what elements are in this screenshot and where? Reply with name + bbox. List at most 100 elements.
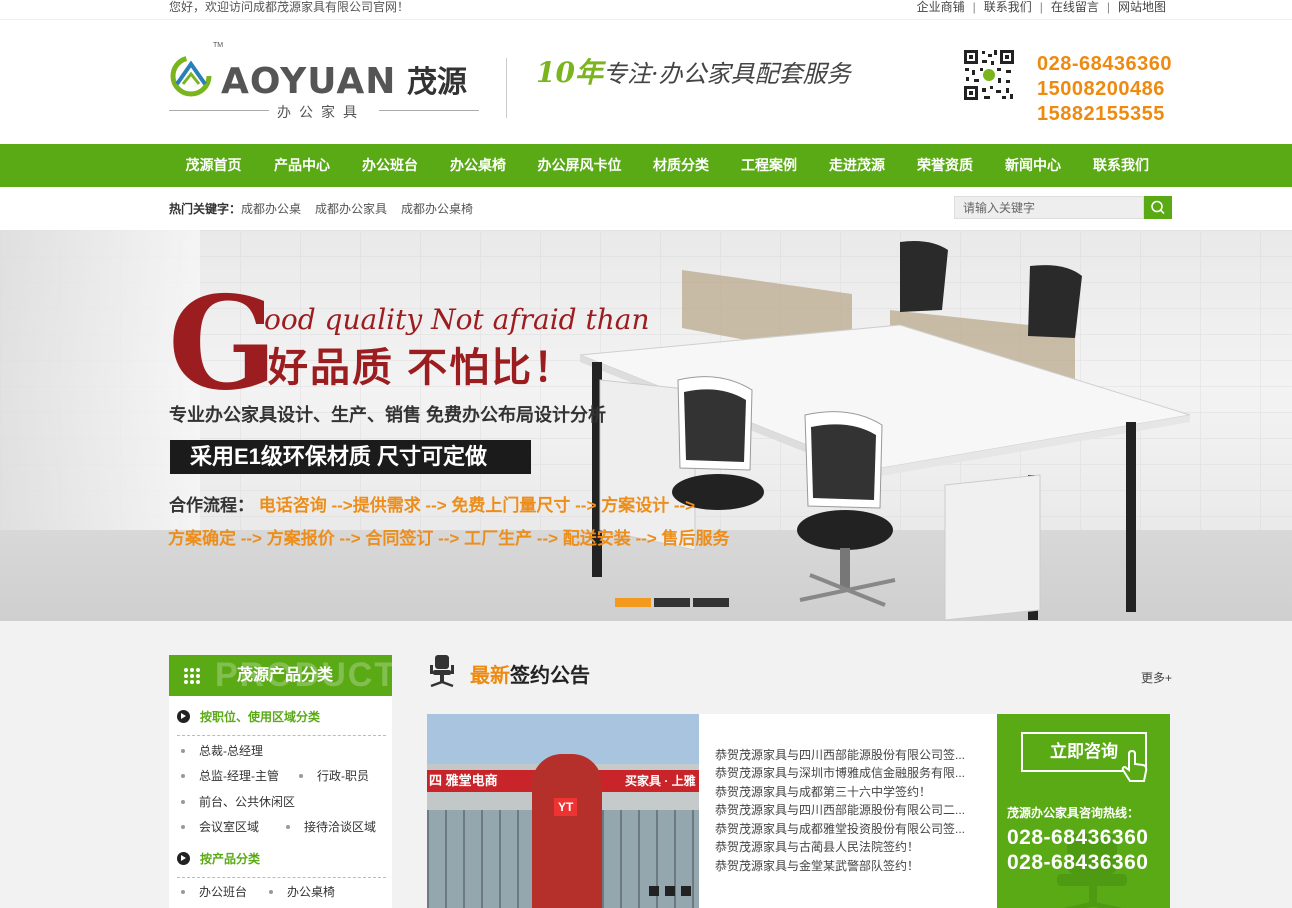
banner-flow-1: 合作流程： 电话咨询 -->提供需求 --> 免费上门量尺寸 --> 方案设计 … — [169, 495, 695, 517]
photo-dots — [649, 886, 691, 896]
search-box — [954, 196, 1172, 219]
photo-dot[interactable] — [649, 886, 659, 896]
logo-line-right — [379, 110, 479, 111]
hot-label: 热门关键字： — [169, 202, 242, 216]
news-item[interactable]: 恭贺茂源家具与四川西部能源股份有限公司签... — [715, 747, 965, 763]
nav-honors[interactable]: 荣誉资质 — [901, 144, 989, 187]
news-title-rest: 签约公告 — [510, 665, 590, 687]
photo-sign-right: 买家具 · 上雅 — [625, 774, 696, 788]
top-link-message[interactable]: 在线留言 — [1051, 0, 1099, 14]
category-item[interactable]: 接待洽谈区域 — [286, 819, 376, 835]
logo[interactable]: TM AOYUAN 茂源 办公家具 — [169, 42, 479, 120]
search-input[interactable] — [954, 196, 1144, 219]
header-slogan: 10年专注·办公家具配套服务 — [536, 56, 851, 91]
category-item[interactable]: 前台、公共休闲区 — [181, 794, 295, 810]
logo-cn: 茂源 — [407, 66, 467, 99]
hot-keyword[interactable]: 成都办公桌椅 — [401, 202, 473, 216]
slider-dots — [615, 598, 729, 607]
category-item[interactable]: 行政-职员 — [299, 768, 369, 784]
top-link-sitemap[interactable]: 网站地图 — [1118, 0, 1166, 14]
banner-flow-2: 方案确定 --> 方案报价 --> 合同签订 --> 工厂生产 --> 配送安装… — [168, 529, 730, 548]
hotline-number: 028-68436360 — [1007, 826, 1149, 849]
header-divider — [506, 58, 507, 118]
logo-line-left — [169, 110, 269, 111]
news-item[interactable]: 恭贺茂源家具与金堂某武警部队签约！ — [715, 858, 919, 874]
slogan-years: 10年 — [536, 56, 603, 89]
search-button[interactable] — [1144, 196, 1172, 219]
photo-dot[interactable] — [681, 886, 691, 896]
logo-mark-icon — [170, 55, 212, 97]
hot-keywords-bar: 热门关键字：成都办公桌 成都办公家具 成都办公桌椅 — [0, 187, 1292, 230]
top-link-contact[interactable]: 联系我们 — [984, 0, 1032, 14]
nav-contact[interactable]: 联系我们 — [1077, 144, 1165, 187]
divider — [177, 735, 386, 736]
welcome-text: 您好，欢迎访问成都茂源家具有限公司官网！ — [169, 0, 410, 14]
category-item[interactable]: 总裁-总经理 — [181, 743, 263, 759]
nav-cases[interactable]: 工程案例 — [725, 144, 813, 187]
category-by-product[interactable]: 按产品分类 — [177, 851, 260, 867]
pointer-hand-icon — [1121, 750, 1148, 782]
grid-icon — [184, 668, 200, 684]
news-item[interactable]: 恭贺茂源家具与古蔺县人民法院签约！ — [715, 839, 919, 855]
more-link[interactable]: 更多+ — [1141, 671, 1172, 685]
nav-news[interactable]: 新闻中心 — [989, 144, 1077, 187]
site-header: TM AOYUAN 茂源 办公家具 10年专注·办公家具配套服务 028-684… — [0, 20, 1292, 144]
nav-screens[interactable]: 办公屏风卡位 — [522, 144, 637, 187]
top-link-shop[interactable]: 企业商铺 — [917, 0, 965, 14]
news-list: 恭贺茂源家具与四川西部能源股份有限公司签... 恭贺茂源家具与深圳市博雅成信金融… — [699, 714, 997, 908]
news-item[interactable]: 恭贺茂源家具与深圳市博雅成信金融服务有限... — [715, 765, 965, 781]
product-category-sidebar: PRODUCT 茂源产品分类 按职位、使用区域分类 总裁-总经理 总监-经理-主… — [169, 655, 392, 908]
nav-materials[interactable]: 材质分类 — [637, 144, 725, 187]
nav-desk-chairs[interactable]: 办公桌椅 — [434, 144, 522, 187]
logo-subtitle: 办公家具 — [277, 104, 365, 120]
news-title: 最新签约公告 — [470, 663, 590, 689]
nav-products[interactable]: 产品中心 — [258, 144, 346, 187]
main-nav: 茂源首页 产品中心 办公班台 办公桌椅 办公屏风卡位 材质分类 工程案例 走进茂… — [0, 144, 1292, 187]
logo-text: AOYUAN — [221, 61, 397, 102]
photo-dot[interactable] — [665, 886, 675, 896]
category-item[interactable]: 总监-经理-主管 — [181, 768, 279, 784]
photo-tower: YT — [532, 754, 602, 908]
search-icon — [1151, 200, 1165, 215]
news-item[interactable]: 恭贺茂源家具与成都第三十六中学签约！ — [715, 784, 931, 800]
phone-1: 028-68436360 — [1037, 53, 1173, 75]
banner-slogan: 好品质 不怕比！ — [268, 346, 576, 390]
hot-keyword[interactable]: 成都办公家具 — [315, 202, 387, 216]
logo-tm: TM — [213, 42, 224, 49]
hot-keyword[interactable]: 成都办公桌 — [241, 202, 301, 216]
nav-about[interactable]: 走进茂源 — [813, 144, 901, 187]
top-links: 企业商铺 | 联系我们 | 在线留言 | 网站地图 — [917, 0, 1166, 14]
hot-keywords: 热门关键字：成都办公桌 成都办公家具 成都办公桌椅 — [169, 201, 487, 217]
news-photo[interactable]: 四 雅堂电商 买家具 · 上雅 YT — [427, 714, 699, 908]
flow-steps-1: 电话咨询 -->提供需求 --> 免费上门量尺寸 --> 方案设计 --> — [258, 496, 696, 515]
slogan-text: 专注·办公家具配套服务 — [602, 60, 851, 88]
slider-dot[interactable] — [615, 598, 651, 607]
photo-tower-logo: YT — [554, 798, 578, 816]
slider-dot[interactable] — [654, 598, 690, 607]
sidebar-title: 茂源产品分类 — [237, 667, 334, 684]
category-item[interactable]: 办公班台 — [181, 884, 247, 900]
category-item[interactable]: 会议室区域 — [181, 819, 259, 835]
workstation-image — [579, 241, 1191, 621]
banner-english: ood quality Not afraid than — [264, 303, 650, 336]
arrow-right-icon — [177, 710, 190, 723]
arrow-right-icon — [177, 852, 190, 865]
banner-services: 专业办公家具设计、生产、销售 免费办公布局设计分析 — [169, 405, 606, 425]
hotline-label: 茂源办公家具咨询热线： — [1007, 806, 1140, 820]
category-item[interactable]: 办公桌椅 — [269, 884, 335, 900]
news-item[interactable]: 恭贺茂源家具与成都雅堂投资股份有限公司签... — [715, 821, 965, 837]
consult-box: 立即咨询 茂源办公家具咨询热线： 028-68436360 028-684363… — [997, 714, 1170, 908]
separator: | — [1106, 0, 1110, 14]
slider-dot[interactable] — [693, 598, 729, 607]
separator: | — [972, 0, 976, 14]
hero-banner[interactable]: G ood quality Not afraid than 好品质 不怕比！ 专… — [0, 230, 1292, 621]
news-item[interactable]: 恭贺茂源家具与四川西部能源股份有限公司二... — [715, 802, 965, 818]
nav-desks[interactable]: 办公班台 — [346, 144, 434, 187]
nav-home[interactable]: 茂源首页 — [169, 144, 258, 187]
qr-code-icon — [962, 48, 1016, 102]
phone-2: 15008200486 — [1037, 78, 1165, 100]
office-chair-icon — [430, 655, 454, 688]
separator: | — [1039, 0, 1043, 14]
category-by-position[interactable]: 按职位、使用区域分类 — [177, 709, 320, 725]
flow-label: 合作流程： — [169, 496, 254, 515]
